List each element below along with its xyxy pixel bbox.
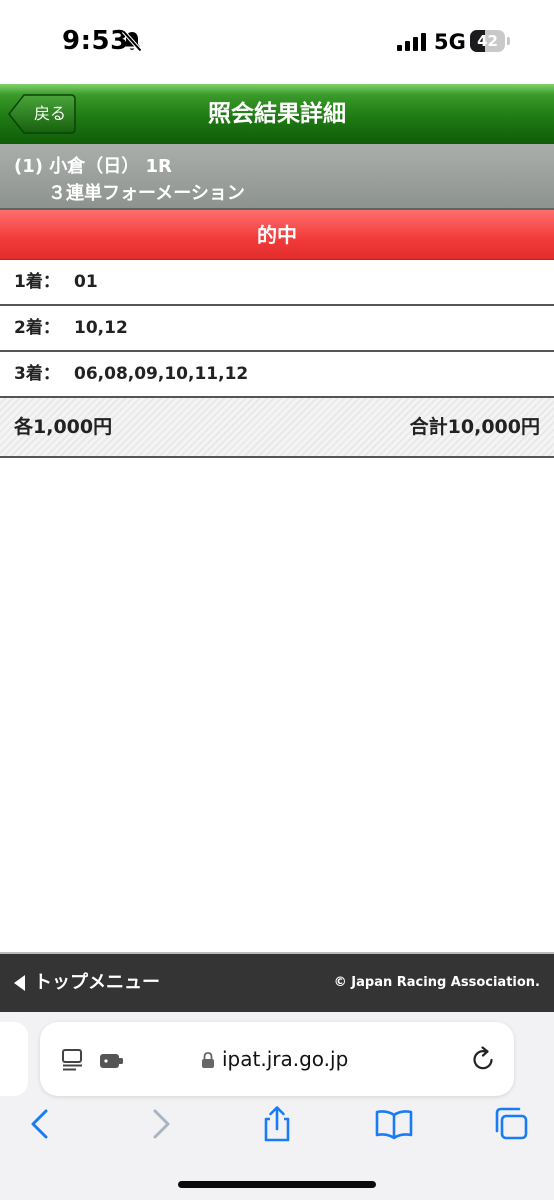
home-indicator [178, 1181, 376, 1188]
row-value: 10,12 [74, 318, 128, 338]
share-icon[interactable] [257, 1104, 297, 1144]
triangle-left-icon [14, 975, 25, 991]
page-title: 照会結果詳細 [208, 101, 346, 127]
result-status: 的中 [257, 223, 297, 247]
result-row-1st: 1着： 01 [0, 260, 554, 306]
total-amount: 合計10,000円 [409, 416, 540, 438]
footer-bar: トップメニュー © Japan Racing Association. [0, 954, 554, 1012]
signal-icon [397, 33, 426, 51]
url-text[interactable]: ipat.jra.go.jp [222, 1022, 348, 1096]
top-menu-label: トップメニュー [34, 972, 160, 993]
status-time: 9:53 [62, 26, 129, 56]
address-bar[interactable]: ipat.jra.go.jp [40, 1022, 514, 1096]
race-venue: (1) 小倉（日） 1R [14, 156, 172, 177]
network-label: 5G [434, 30, 466, 54]
back-label: 戻る [33, 104, 66, 123]
tabs-icon[interactable] [492, 1104, 532, 1144]
app-header: 戻る 照会結果詳細 [0, 84, 554, 144]
battery-level: 42 [477, 32, 498, 50]
row-label: 3着： [14, 364, 60, 384]
forward-nav-icon[interactable] [141, 1104, 181, 1144]
back-nav-icon[interactable] [20, 1104, 60, 1144]
bet-type: ３連単フォーメーション [48, 183, 245, 204]
copyright: © Japan Racing Association. [333, 975, 540, 990]
battery-icon: 42 [470, 30, 510, 52]
extension-icon[interactable] [100, 1054, 124, 1068]
result-row-2nd: 2着： 10,12 [0, 306, 554, 352]
bell-slash-icon [122, 30, 142, 52]
result-row-3rd: 3着： 06,08,09,10,11,12 [0, 352, 554, 398]
top-menu-link[interactable]: トップメニュー [12, 954, 182, 1012]
previous-tab[interactable] [0, 1022, 28, 1096]
amount-row: 各1,000円 合計10,000円 [0, 398, 554, 458]
reader-icon[interactable] [62, 1049, 86, 1071]
browser-chrome: ipat.jra.go.jp [0, 1012, 554, 1200]
row-value: 01 [74, 272, 98, 292]
reload-icon[interactable] [470, 1046, 496, 1072]
row-label: 2着： [14, 318, 60, 338]
back-button[interactable]: 戻る [8, 94, 76, 134]
each-amount: 各1,000円 [14, 416, 113, 438]
lock-icon [202, 1052, 214, 1068]
row-value: 06,08,09,10,11,12 [74, 364, 249, 384]
bookmarks-icon[interactable] [374, 1104, 414, 1144]
race-info: (1) 小倉（日） 1R ３連単フォーメーション [0, 144, 554, 210]
row-label: 1着： [14, 272, 60, 292]
status-bar: 9:53 5G 42 [0, 0, 554, 84]
hit-banner: 的中 [0, 210, 554, 260]
